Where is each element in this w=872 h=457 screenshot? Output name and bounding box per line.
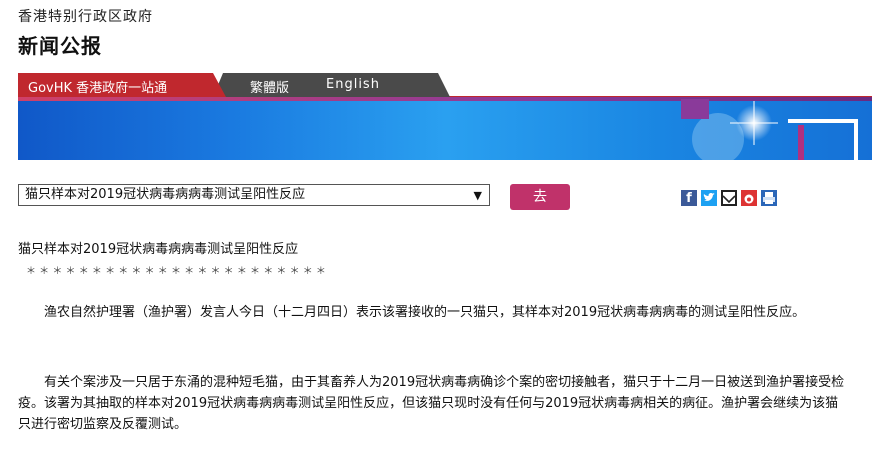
title-separator: ＊ ＊ ＊ ＊ ＊ ＊ ＊ ＊ ＊ ＊ ＊ ＊ ＊ ＊ ＊ ＊ ＊ ＊ ＊ ＊ …: [26, 266, 326, 277]
select-value: 猫只样本对2019冠状病毒病病毒测试呈阳性反应: [25, 187, 306, 202]
go-button[interactable]: 去: [510, 184, 570, 210]
facebook-icon[interactable]: f: [681, 190, 697, 206]
tab-bar: GovHK 香港政府一站通 繁體版 English: [18, 73, 872, 97]
tab-govhk[interactable]: GovHK 香港政府一站通: [28, 77, 167, 96]
press-release-select[interactable]: 猫只样本对2019冠状病毒病病毒测试呈阳性反应 ▼: [18, 184, 490, 206]
article-paragraph: 有关个案涉及一只居于东涌的混种短毛猫，由于其畜养人为2019冠状病毒病确诊个案的…: [18, 375, 845, 432]
email-icon[interactable]: [721, 190, 737, 206]
page-title: 新闻公报: [18, 34, 102, 58]
weibo-icon[interactable]: [741, 190, 757, 206]
tab-traditional-chinese[interactable]: 繁體版: [250, 77, 289, 96]
header-banner: [18, 97, 872, 160]
article-paragraph: 渔农自然护理署（渔护署）发言人今日（十二月四日）表示该署接收的一只猫只，其样本对…: [18, 305, 806, 320]
print-icon[interactable]: [761, 190, 777, 206]
gov-name: 香港特别行政区政府: [18, 9, 153, 25]
banner-decoration: [681, 99, 858, 160]
twitter-icon[interactable]: [701, 190, 717, 206]
chevron-down-icon: ▼: [473, 189, 482, 202]
article-title: 猫只样本对2019冠状病毒病病毒测试呈阳性反应: [18, 242, 299, 257]
tab-english[interactable]: English: [326, 77, 380, 92]
